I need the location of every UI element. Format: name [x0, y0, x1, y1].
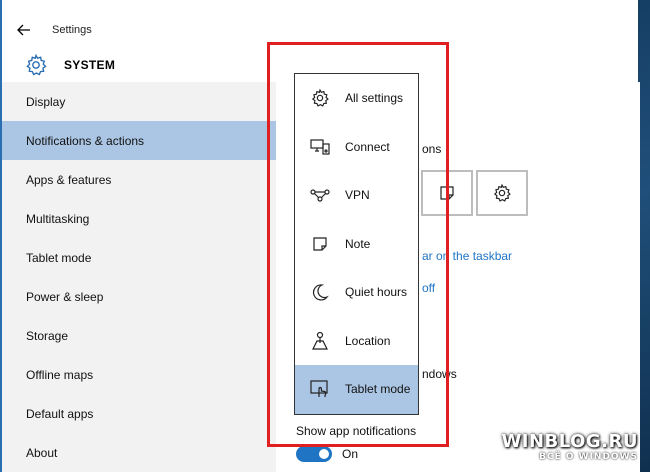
watermark-title: WINBLOG.RU — [501, 431, 638, 452]
sidebar: Display Notifications & actions Apps & f… — [2, 82, 276, 472]
sidebar-item-label: Apps & features — [26, 172, 112, 187]
sidebar-item-label: Display — [26, 94, 66, 109]
sidebar-item-label: Power & sleep — [26, 289, 104, 304]
gear-icon — [26, 53, 47, 76]
sidebar-item-storage[interactable]: Storage — [2, 316, 276, 355]
toggle-state-label: On — [342, 447, 359, 461]
highlight-annotation-box — [267, 42, 449, 447]
sidebar-item-power-sleep[interactable]: Power & sleep — [2, 277, 276, 316]
sidebar-item-label: Offline maps — [26, 367, 94, 382]
sidebar-item-label: Tablet mode — [26, 250, 92, 265]
sidebar-item-label: Storage — [26, 328, 69, 343]
sidebar-item-label: Multitasking — [26, 211, 90, 226]
toggle-knob — [319, 449, 329, 459]
sidebar-item-notifications-actions[interactable]: Notifications & actions — [2, 121, 276, 160]
sidebar-item-default-apps[interactable]: Default apps — [2, 394, 276, 433]
back-button[interactable] — [2, 12, 46, 48]
sidebar-item-about[interactable]: About — [2, 433, 276, 472]
sidebar-item-tablet-mode[interactable]: Tablet mode — [2, 238, 276, 277]
gear-icon — [493, 183, 511, 202]
sidebar-item-apps-features[interactable]: Apps & features — [2, 160, 276, 199]
quick-action-tile-settings[interactable] — [476, 170, 528, 216]
sidebar-item-multitasking[interactable]: Multitasking — [2, 199, 276, 238]
window-title: Settings — [52, 24, 92, 36]
page-title: SYSTEM — [64, 58, 116, 72]
sidebar-item-offline-maps[interactable]: Offline maps — [2, 355, 276, 394]
site-watermark: WINBLOG.RU ВСЁ О WINDOWS — [501, 431, 638, 462]
sidebar-item-display[interactable]: Display — [2, 82, 276, 121]
watermark-subtitle: ВСЁ О WINDOWS — [539, 452, 638, 462]
arrow-left-icon — [17, 24, 30, 36]
sidebar-item-label: Notifications & actions — [26, 133, 145, 148]
sidebar-item-label: About — [26, 445, 58, 460]
show-app-notifications-toggle[interactable] — [296, 446, 332, 462]
sidebar-item-label: Default apps — [26, 406, 94, 421]
